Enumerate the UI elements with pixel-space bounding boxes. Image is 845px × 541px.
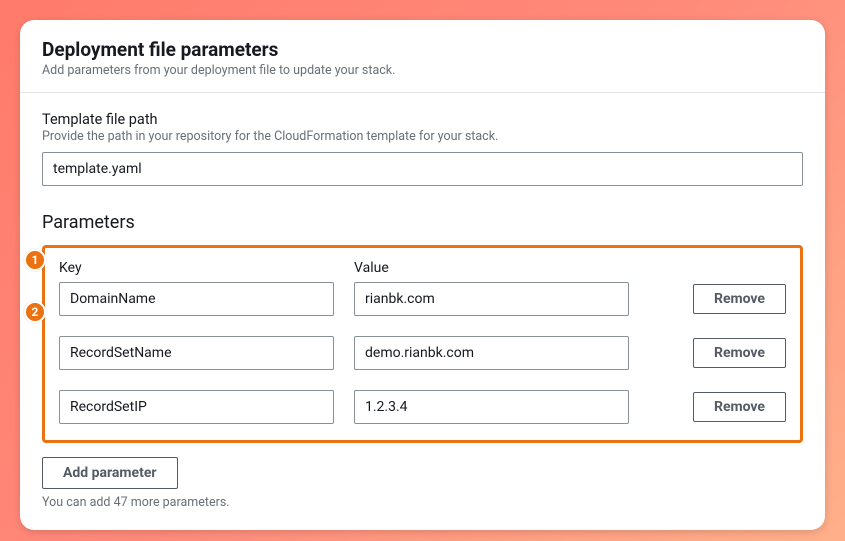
template-path-label: Template file path — [42, 111, 803, 128]
parameters-footer-text: You can add 47 more parameters. — [42, 495, 803, 510]
parameter-key-input[interactable] — [59, 282, 334, 316]
template-path-input[interactable] — [42, 152, 803, 186]
value-column-label: Value — [354, 260, 629, 276]
parameter-row: Remove — [59, 336, 786, 370]
card-title: Deployment file parameters — [42, 38, 803, 61]
key-column-label: Key — [59, 260, 334, 276]
remove-button[interactable]: Remove — [693, 392, 786, 422]
parameter-row: Remove — [59, 390, 786, 424]
parameter-value-input[interactable] — [354, 390, 629, 424]
template-path-hint: Provide the path in your repository for … — [42, 129, 803, 144]
card-header: Deployment file parameters Add parameter… — [20, 20, 825, 93]
card-subtitle: Add parameters from your deployment file… — [42, 63, 803, 78]
remove-button[interactable]: Remove — [693, 338, 786, 368]
parameters-header: Key Value — [59, 260, 786, 276]
parameter-row: Remove — [59, 282, 786, 316]
annotation-badge-1: 1 — [24, 249, 46, 271]
card-body: 1 2 Template file path Provide the path … — [20, 93, 825, 530]
deployment-parameters-card: Deployment file parameters Add parameter… — [20, 20, 825, 530]
parameter-value-input[interactable] — [354, 336, 629, 370]
add-parameter-button[interactable]: Add parameter — [42, 457, 178, 489]
parameters-box: Key Value Remove Remove Remove — [42, 245, 803, 443]
parameter-key-input[interactable] — [59, 336, 334, 370]
parameters-heading: Parameters — [42, 212, 803, 233]
remove-button[interactable]: Remove — [693, 284, 786, 314]
parameter-value-input[interactable] — [354, 282, 629, 316]
parameter-key-input[interactable] — [59, 390, 334, 424]
annotation-badge-2: 2 — [24, 301, 46, 323]
